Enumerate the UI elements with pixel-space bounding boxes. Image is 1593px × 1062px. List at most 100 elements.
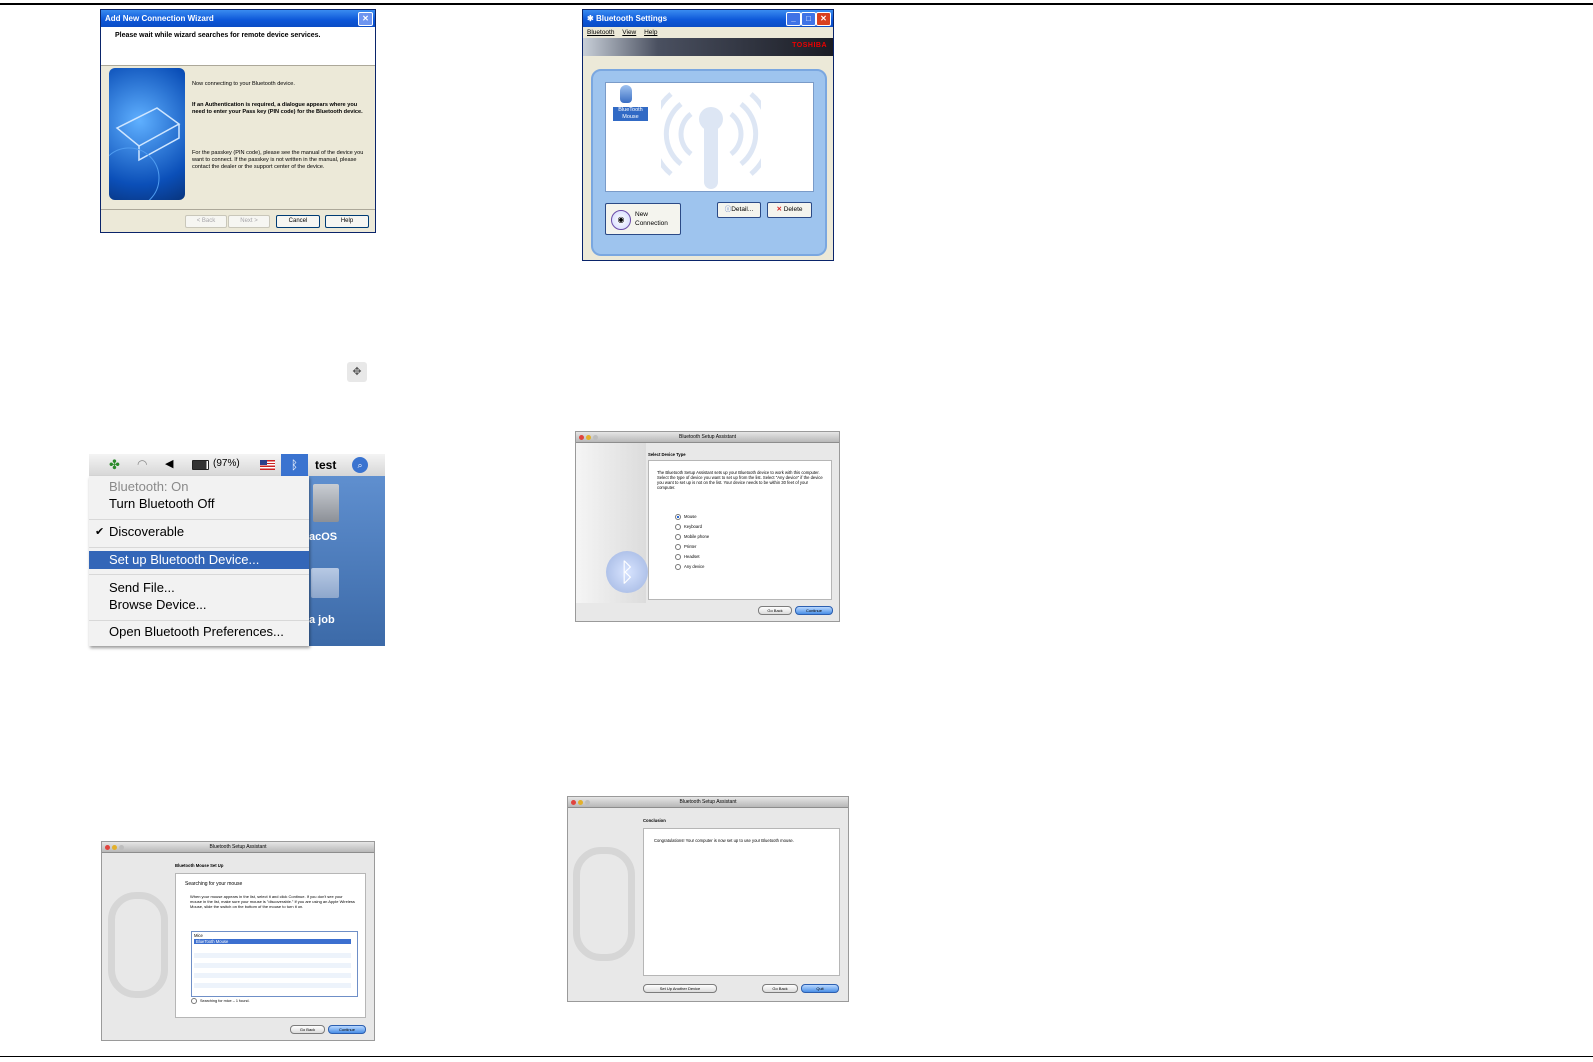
next-button[interactable]: Next >: [228, 215, 270, 228]
radio-printer-label: Printer: [684, 544, 697, 550]
delete-label: Delete: [783, 206, 803, 213]
close-icon[interactable]: [105, 845, 110, 850]
menu-separator: [89, 519, 309, 520]
device-type-title: Bluetooth Setup Assistant: [679, 434, 736, 440]
bt-settings-title-bar: ✱ Bluetooth Settings _ □ ✕: [583, 10, 833, 27]
radio-mouse-label: Mouse: [684, 514, 697, 520]
radio-headset-label: Headset: [684, 554, 700, 560]
radio-mobile-phone[interactable]: Mobile phone: [675, 534, 709, 540]
leaf-icon[interactable]: ✤: [109, 457, 120, 473]
back-button[interactable]: < Back: [185, 215, 227, 228]
menu-discoverable[interactable]: ✔ Discoverable: [89, 524, 309, 540]
minimize-icon[interactable]: [112, 845, 117, 850]
wifi-icon[interactable]: ◠: [137, 457, 147, 471]
mac-menu-bar: ✤ ◠ ◀ (97%) ᛒ test ⌕: [89, 454, 385, 477]
mouse-illustration-icon: [573, 847, 635, 961]
minimize-icon[interactable]: _: [786, 12, 801, 26]
radio-any-device[interactable]: Any device: [675, 564, 704, 570]
checkmark-icon: ✔: [95, 526, 105, 538]
conclusion-panel: Congratulations! Your computer is now se…: [643, 828, 840, 976]
go-back-button[interactable]: Go Back: [290, 1025, 325, 1034]
new-connection-button[interactable]: ◉ New Connection: [605, 203, 681, 235]
bluetooth-icon[interactable]: ᛒ: [281, 454, 308, 476]
device-type-title-bar: Bluetooth Setup Assistant: [576, 432, 839, 443]
close-icon[interactable]: [571, 800, 576, 805]
device-label[interactable]: BlueTooth Mouse: [613, 107, 648, 121]
close-icon[interactable]: [579, 435, 584, 440]
menu-bluetooth[interactable]: Bluetooth: [587, 29, 614, 36]
mice-list-header: Mice: [194, 933, 203, 938]
spotlight-search-icon[interactable]: ⌕: [352, 457, 368, 473]
device-list: BlueTooth Mouse: [605, 82, 814, 192]
wizard-text-passkey: For the passkey (PIN code), please see t…: [192, 150, 364, 170]
radio-headset[interactable]: Headset: [675, 554, 700, 560]
menu-turn-bluetooth-off[interactable]: Turn Bluetooth Off: [89, 496, 309, 512]
minimize-icon[interactable]: [578, 800, 583, 805]
help-button[interactable]: Help: [325, 215, 369, 228]
cancel-button[interactable]: Cancel: [276, 215, 320, 228]
close-icon[interactable]: ✕: [358, 12, 373, 26]
zoom-icon[interactable]: [585, 800, 590, 805]
bluetooth-dropdown-menu: Bluetooth: On Turn Bluetooth Off ✔ Disco…: [89, 476, 309, 646]
radio-mobile-phone-label: Mobile phone: [684, 534, 710, 540]
top-rule: [0, 3, 1593, 5]
zoom-icon[interactable]: [119, 845, 124, 850]
volume-icon[interactable]: ◀: [165, 457, 173, 470]
brand-banner: TOSHIBA: [583, 38, 833, 56]
bluetooth-signal-watermark-icon: [661, 92, 761, 189]
mice-list-item[interactable]: BlueTooth Mouse: [194, 939, 351, 944]
menu-bluetooth-status: Bluetooth: On: [109, 479, 189, 494]
go-back-button[interactable]: Go Back: [758, 606, 792, 615]
laptop-illustration-icon: [101, 68, 185, 209]
add-connection-wizard-window: Add New Connection Wizard ✕ Please wait …: [100, 9, 376, 233]
mice-list: Mice BlueTooth Mouse: [191, 931, 358, 997]
menu-help[interactable]: Help: [644, 29, 657, 36]
minimize-icon[interactable]: [586, 435, 591, 440]
hard-drive-icon[interactable]: [313, 484, 339, 522]
bt-settings-menubar: Bluetooth View Help: [583, 27, 833, 38]
new-connection-label: New Connection: [635, 211, 668, 227]
folder-icon[interactable]: [311, 568, 339, 598]
new-connection-icon: ◉: [611, 210, 631, 230]
bluetooth-settings-window: ✱ Bluetooth Settings _ □ ✕ Bluetooth Vie…: [582, 9, 834, 261]
maximize-icon[interactable]: □: [801, 12, 816, 26]
menu-send-file[interactable]: Send File...: [89, 580, 309, 596]
radio-keyboard[interactable]: Keyboard: [675, 524, 702, 530]
zoom-icon[interactable]: [593, 435, 598, 440]
menu-setup-bluetooth-device[interactable]: Set up Bluetooth Device...: [89, 551, 309, 569]
user-name[interactable]: test: [315, 458, 336, 472]
mouse-setup-panel: Searching for your mouse When your mouse…: [175, 873, 366, 1018]
device-type-panel: The Bluetooth Setup Assistant sets up yo…: [648, 460, 832, 600]
continue-button[interactable]: Continue: [328, 1025, 366, 1034]
menu-browse-device[interactable]: Browse Device...: [89, 597, 309, 613]
radio-any-device-label: Any device: [684, 564, 705, 570]
window-controls: [105, 844, 126, 854]
detail-button[interactable]: ⓘDetail...: [717, 202, 761, 218]
continue-button[interactable]: Continue: [795, 606, 833, 615]
searching-status-label: Searching for mice – 1 found.: [200, 999, 250, 1003]
radio-printer[interactable]: Printer: [675, 544, 696, 550]
mouse-setup-title-bar: Bluetooth Setup Assistant: [102, 842, 374, 853]
mouse-setup-heading: Bluetooth Mouse Set Up: [175, 863, 224, 868]
bluetooth-logo-icon: ᛒ: [606, 551, 648, 593]
conclusion-message: Congratulations! Your computer is now se…: [654, 838, 794, 843]
conclusion-title-bar: Bluetooth Setup Assistant: [568, 797, 848, 808]
wizard-heading: Please wait while wizard searches for re…: [101, 27, 375, 66]
mouse-device-icon[interactable]: [620, 85, 632, 103]
mouse-setup-window: Bluetooth Setup Assistant Bluetooth Mous…: [101, 841, 375, 1041]
flag-icon[interactable]: [260, 460, 275, 470]
close-icon[interactable]: ✕: [816, 12, 831, 26]
detail-label: Detail...: [731, 206, 754, 213]
menu-open-bluetooth-preferences[interactable]: Open Bluetooth Preferences...: [89, 624, 309, 640]
set-up-another-device-button[interactable]: Set Up Another Device: [643, 984, 717, 993]
go-back-button[interactable]: Go Back: [762, 984, 798, 993]
delete-button[interactable]: ✕ Delete: [767, 202, 812, 218]
devices-panel: BlueTooth Mouse ◉ New Connection ⓘDetail…: [591, 69, 827, 256]
menu-view[interactable]: View: [622, 29, 636, 36]
desktop-label-macos[interactable]: acOS: [309, 531, 337, 543]
quit-button[interactable]: Quit: [801, 984, 839, 993]
desktop-label-job[interactable]: a job: [309, 614, 335, 626]
window-controls: [571, 799, 592, 809]
radio-mouse[interactable]: Mouse: [675, 514, 697, 520]
battery-icon[interactable]: [192, 460, 209, 470]
